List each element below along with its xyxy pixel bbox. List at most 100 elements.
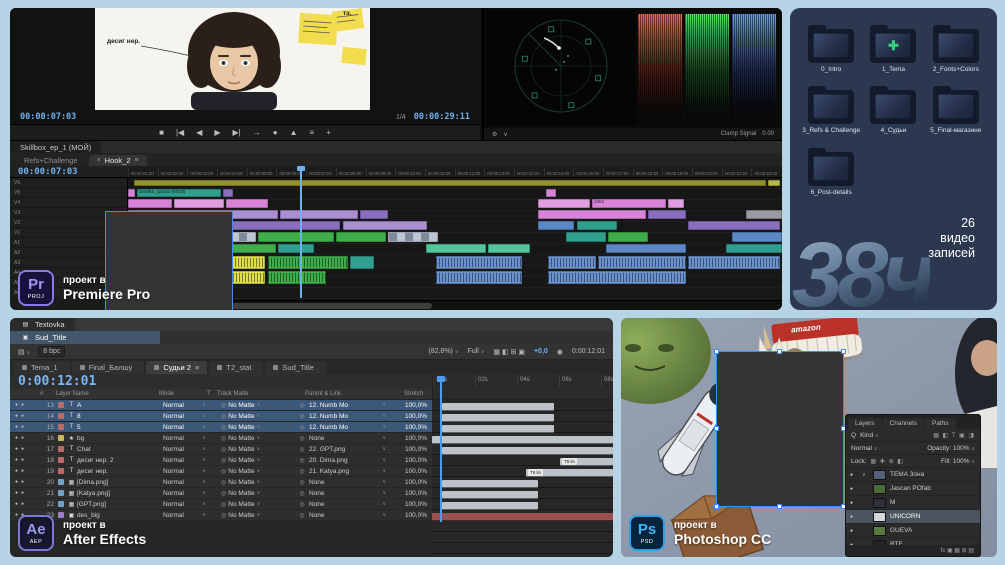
label-color-chip[interactable] [58, 468, 64, 474]
ae-layer-row[interactable]: ● ● 16 ★ bg Normal ∨ ◎ No Matte ∨ ◎ None ∨ 10… [10, 433, 432, 444]
visibility-eye-icon[interactable]: ● [850, 472, 858, 478]
comp-tab[interactable]: Tema_1 [14, 361, 70, 374]
blend-mode-select[interactable]: Normal ∨ [163, 479, 211, 486]
stretch-value[interactable]: 100,0% [389, 479, 432, 486]
stretch-value[interactable]: 100,0% [389, 402, 432, 409]
layer-name[interactable]: [Dima.png] [77, 479, 163, 486]
track-matte-select[interactable]: ◎ No Matte ∨ [221, 479, 295, 486]
parent-link-select[interactable]: 20. Dima.png ∨ [309, 457, 389, 464]
parent-pickwhip-icon[interactable]: ◎ [295, 446, 309, 453]
blend-mode-select[interactable]: Normal ∨ [163, 413, 211, 420]
blend-mode-select[interactable]: Normal ∨ [163, 468, 211, 475]
layer-switch-icons[interactable]: ●● [10, 490, 40, 496]
timeline-clip[interactable] [606, 244, 686, 253]
visibility-eye-icon[interactable]: ● [850, 514, 858, 520]
timeline-clip[interactable] [134, 180, 766, 186]
stretch-value[interactable]: 100,0% [389, 512, 432, 519]
blend-mode-select[interactable]: Normal ∨ [163, 424, 211, 431]
current-timecode[interactable]: 0:00:12:01 [18, 374, 96, 389]
layer-name[interactable]: Chat [77, 446, 163, 453]
label-color-chip[interactable] [58, 501, 64, 507]
transport-icon[interactable]: ◀ [196, 128, 202, 137]
comp-tab[interactable]: Sud_Title [265, 361, 326, 374]
stretch-value[interactable]: 100,0% [389, 490, 432, 497]
parent-link-select[interactable]: 12. Numb Mo ∨ [309, 402, 389, 409]
timeline-clip[interactable] [577, 221, 617, 230]
timeline-clip[interactable] [436, 256, 522, 269]
current-time-indicator[interactable] [437, 376, 445, 522]
parent-link-select[interactable]: None ∨ [309, 435, 389, 442]
stretch-value[interactable]: 100,0% [389, 457, 432, 464]
timeline-clip[interactable] [608, 232, 648, 242]
timeline-clip[interactable] [268, 256, 348, 269]
transform-handle[interactable] [777, 504, 782, 509]
timeline-clip[interactable]: 2304 [592, 199, 666, 208]
timeline-clip[interactable] [566, 232, 606, 242]
label-color-chip[interactable] [58, 435, 64, 441]
layer-switch-icons[interactable]: ●● [10, 424, 40, 430]
opacity-control[interactable]: Opacity: 100% ∨ [927, 445, 975, 452]
track-matte-select[interactable]: ◎ No Matte ∨ [221, 490, 295, 497]
parent-link-select[interactable]: None ∨ [309, 479, 389, 486]
label-color-chip[interactable] [58, 413, 64, 419]
transport-icon[interactable]: ≡ [310, 128, 315, 137]
timeline-clip[interactable] [268, 271, 326, 284]
layer-switch-icons[interactable]: ●● [10, 402, 40, 408]
parent-link-select[interactable]: None ∨ [309, 512, 389, 519]
keyframe-chip[interactable]: T8 lin [562, 458, 578, 465]
transport-icon[interactable]: → [253, 128, 261, 137]
visibility-eye-icon[interactable]: ● [850, 500, 858, 506]
layer-switch-icons[interactable]: ●● [10, 468, 40, 474]
track-matte-select[interactable]: ◎ No Matte ∨ [221, 457, 295, 464]
timeline-clip[interactable] [538, 210, 646, 219]
sequence-tab-active[interactable]: × Hook_2 ≡ [88, 155, 147, 166]
parent-link-select[interactable]: None ∨ [309, 501, 389, 508]
track-header-row[interactable]: V6 [10, 178, 233, 310]
scope-settings-caret-icon[interactable]: ∨ [503, 131, 507, 138]
tab-menu-icon[interactable]: ≡ [195, 363, 199, 372]
layer-switch-icons[interactable]: ●● [10, 413, 40, 419]
group-expand-icon[interactable]: ∨ [862, 472, 869, 478]
transform-selection-box[interactable] [714, 349, 846, 509]
viewer-timecode[interactable]: 0:00:12:01 [572, 348, 605, 355]
transport-icon[interactable]: ■ [159, 128, 164, 137]
layer-switch-icons[interactable]: ●● [10, 446, 40, 452]
timeline-clip[interactable] [336, 232, 386, 242]
parent-pickwhip-icon[interactable]: ◎ [295, 479, 309, 486]
parent-pickwhip-icon[interactable]: ◎ [295, 501, 309, 508]
parent-pickwhip-icon[interactable]: ◎ [295, 468, 309, 475]
timeline-clip[interactable] [343, 221, 427, 230]
sequence-tab-inactive[interactable]: Refs+Challenge [16, 155, 86, 166]
track-matte-select[interactable]: ◎ No Matte ∨ [221, 468, 295, 475]
timeline-clip[interactable] [388, 232, 438, 242]
timeline-clip[interactable]: Detalka_краска (МОЙ) [137, 189, 221, 197]
layer-switch-icons[interactable]: ●● [10, 501, 40, 507]
stretch-value[interactable]: 100,0% [389, 435, 432, 442]
timeline-clip[interactable] [726, 244, 782, 253]
timeline-clip[interactable] [280, 210, 358, 219]
parent-pickwhip-icon[interactable]: ◎ [295, 512, 309, 519]
folder-item[interactable]: ✚ 0_Intro [800, 24, 862, 73]
panel-menu-icon[interactable]: ≡ [135, 157, 139, 164]
parent-link-select[interactable]: 12. Numb Mo ∨ [309, 413, 389, 420]
track-matte-select[interactable]: ◎ No Matte ∨ [221, 446, 295, 453]
lock-icons[interactable]: ▦ ✚ ⊕ ◧ [871, 458, 904, 465]
track-matte-select[interactable]: ◎ No Matte ∨ [221, 512, 295, 519]
parent-pickwhip-icon[interactable]: ◎ [295, 435, 309, 442]
label-color-chip[interactable] [58, 424, 64, 430]
col-stretch[interactable]: Stretch [385, 391, 429, 397]
playhead[interactable] [297, 166, 305, 298]
timeline-clip[interactable] [258, 232, 334, 242]
track-matte-select[interactable]: ◎ No Matte ∨ [221, 435, 295, 442]
folder-item[interactable]: ✚ 3_Refs & Challenge [800, 85, 862, 134]
col-track-matte[interactable]: Track Matte [217, 391, 305, 397]
track-header-row[interactable]: V5 [10, 188, 233, 310]
transport-icon[interactable]: ▶ [214, 128, 220, 137]
ae-layer-row[interactable]: ● ● 18 T десиг нер. 2 Normal ∨ ◎ No Matte ∨ … [10, 455, 432, 466]
track-matte-select[interactable]: ◎ No Matte ∨ [221, 501, 295, 508]
ae-layer-row[interactable]: ● ● 19 T десиг нер. Normal ∨ ◎ No Matte ∨ ◎ … [10, 466, 432, 477]
layer-name[interactable]: bg [77, 435, 163, 442]
transport-icon[interactable]: ● [273, 128, 278, 137]
timeline-clip[interactable] [360, 210, 388, 219]
timeline-clip[interactable] [746, 210, 782, 219]
